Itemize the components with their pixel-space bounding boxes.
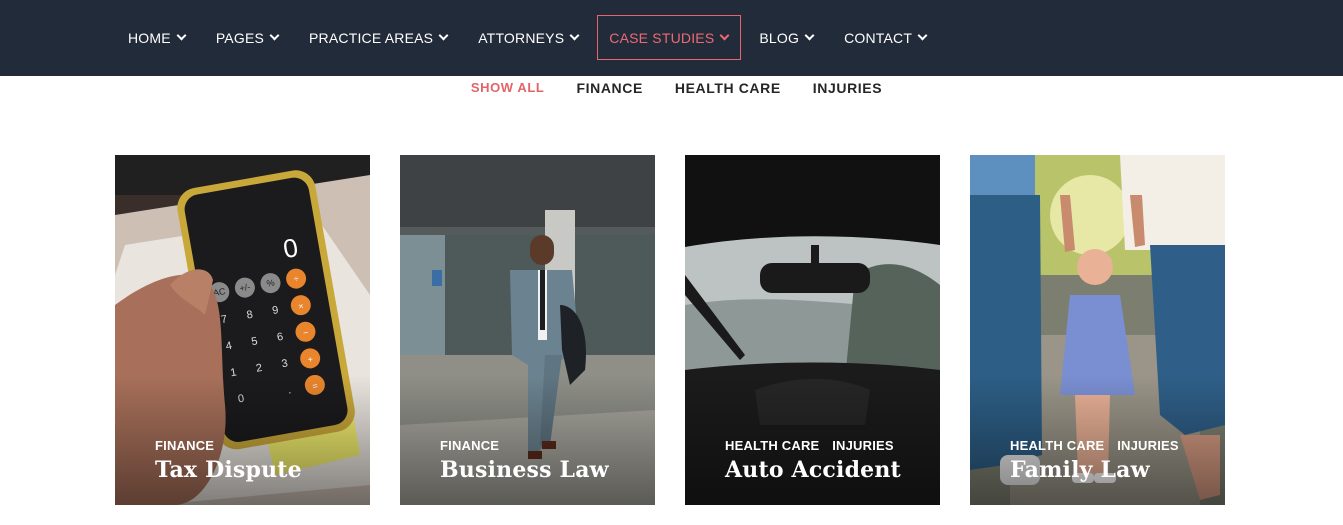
nav-item-practice-areas[interactable]: PRACTICE AREAS — [297, 15, 460, 60]
card-title[interactable]: Family Law — [1010, 457, 1150, 483]
card-title[interactable]: Tax Dispute — [155, 457, 302, 483]
nav-item-home[interactable]: HOME — [116, 15, 198, 60]
filter-finance[interactable]: FINANCE — [576, 78, 642, 98]
category-tag[interactable]: HEALTH CARE — [1010, 438, 1104, 453]
nav-item-blog[interactable]: BLOG — [747, 15, 826, 60]
case-study-filter-bar: SHOW ALL FINANCE HEALTH CARE INJURIES — [0, 78, 1343, 98]
chevron-down-icon — [440, 32, 447, 39]
card-title[interactable]: Business Law — [440, 457, 609, 483]
nav-item-contact[interactable]: CONTACT — [832, 15, 939, 60]
top-navigation-bar: HOME PAGES PRACTICE AREAS ATTORNEYS CASE… — [0, 0, 1343, 76]
card-title[interactable]: Auto Accident — [725, 457, 901, 483]
nav-item-label: CASE STUDIES — [609, 29, 715, 46]
category-tag[interactable]: HEALTH CARE — [725, 438, 819, 453]
nav-item-pages[interactable]: PAGES — [204, 15, 291, 60]
nav-item-label: HOME — [128, 29, 171, 46]
category-tag[interactable]: INJURIES — [832, 438, 894, 453]
chevron-down-icon — [178, 32, 185, 39]
filter-show-all[interactable]: SHOW ALL — [471, 78, 545, 98]
chevron-down-icon — [806, 32, 813, 39]
chevron-down-icon — [271, 32, 278, 39]
category-tag[interactable]: FINANCE — [440, 438, 499, 453]
chevron-down-icon — [721, 32, 728, 39]
calculator-key-label: % — [266, 277, 276, 288]
nav-item-label: BLOG — [759, 29, 800, 46]
nav-item-label: PAGES — [215, 29, 265, 46]
card-categories: HEALTH CARE INJURIES — [725, 438, 894, 453]
card-categories: HEALTH CARE INJURIES — [1010, 438, 1179, 453]
card-overlay — [400, 375, 655, 505]
chevron-down-icon — [919, 32, 926, 39]
card-categories: FINANCE — [440, 438, 499, 453]
category-tag[interactable]: FINANCE — [155, 438, 214, 453]
nav-item-label: PRACTICE AREAS — [309, 29, 434, 46]
chevron-down-icon — [571, 32, 578, 39]
filter-injuries[interactable]: INJURIES — [813, 78, 882, 98]
case-card-tax-dispute[interactable]: 0 AC +/- % ÷ 7 8 9 × 4 5 6 − 1 2 3 + 0 . — [115, 155, 370, 505]
card-categories: FINANCE — [155, 438, 214, 453]
nav-item-label: ATTORNEYS — [478, 29, 565, 46]
filter-health-care[interactable]: HEALTH CARE — [675, 78, 781, 98]
nav-item-attorneys[interactable]: ATTORNEYS — [466, 15, 591, 60]
nav-item-label: CONTACT — [844, 29, 913, 46]
case-card-auto-accident[interactable]: HEALTH CARE INJURIES Auto Accident — [685, 155, 940, 505]
category-tag[interactable]: INJURIES — [1117, 438, 1179, 453]
case-card-family-law[interactable]: HEALTH CARE INJURIES Family Law — [970, 155, 1225, 505]
main-menu: HOME PAGES PRACTICE AREAS ATTORNEYS CASE… — [116, 15, 939, 60]
calculator-key-label: +/- — [239, 282, 251, 294]
card-overlay — [115, 375, 370, 505]
case-card-business-law[interactable]: FINANCE Business Law — [400, 155, 655, 505]
nav-item-case-studies[interactable]: CASE STUDIES — [597, 15, 742, 60]
